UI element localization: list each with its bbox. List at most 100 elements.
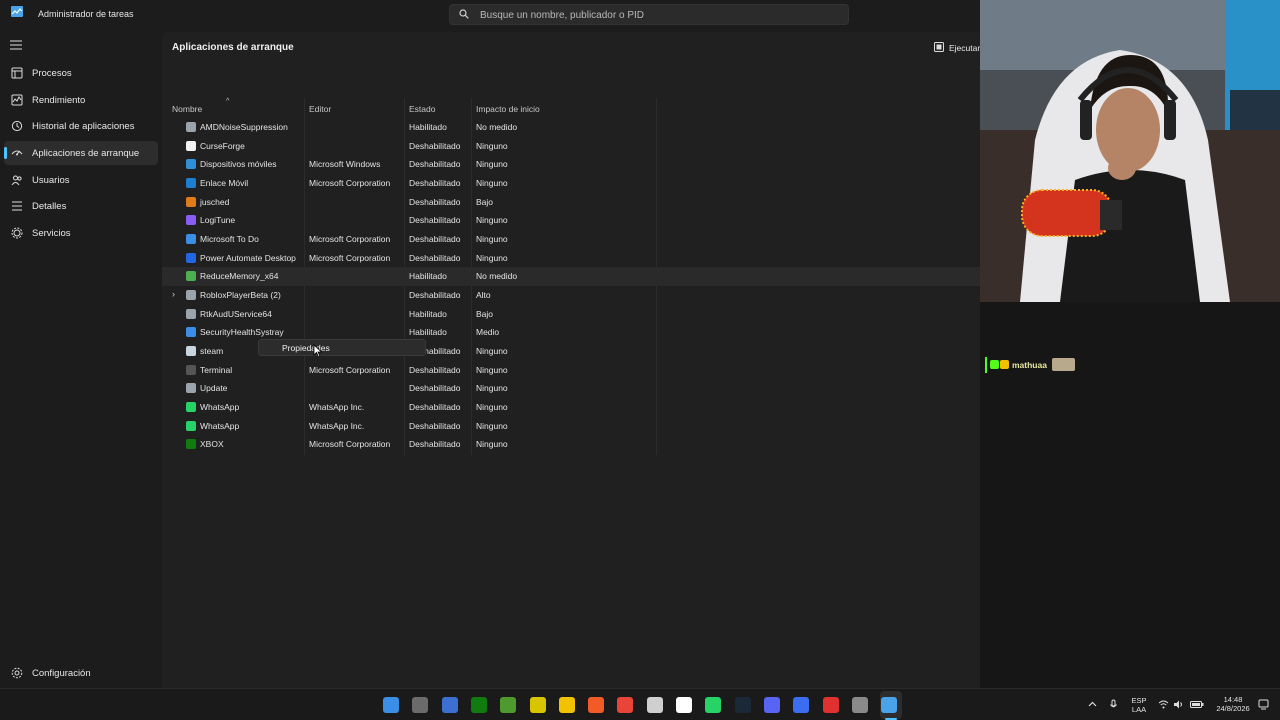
cell-impact: No medido [476, 271, 518, 282]
table-row[interactable]: jusched Deshabilitado Bajo [162, 193, 980, 212]
battery-icon[interactable] [1190, 699, 1204, 710]
cell-impact: Ninguno [476, 420, 508, 431]
sidebar-item-historial[interactable]: Historial de aplicaciones [4, 114, 158, 138]
cell-status: Deshabilitado [409, 140, 461, 151]
chevron-up-icon[interactable] [1087, 699, 1098, 710]
cell-name: steam [200, 346, 224, 357]
sidebar-item-rendimiento[interactable]: Rendimiento [4, 88, 158, 112]
table-row[interactable]: Power Automate Desktop Microsoft Corporat… [162, 249, 980, 268]
sidebar-item-arranque[interactable]: Aplicaciones de arranque [4, 141, 158, 165]
cell-impact: Alto [476, 290, 491, 301]
file-explorer-icon[interactable] [558, 697, 575, 713]
cell-name: RtkAudUService64 [200, 308, 272, 319]
column-header-status[interactable]: Estado [409, 104, 435, 114]
capcut-icon[interactable] [676, 697, 692, 713]
cell-impact: Ninguno [476, 140, 508, 151]
task-manager-icon[interactable] [881, 697, 898, 713]
sidebar-item-usuarios[interactable]: Usuarios [4, 168, 158, 192]
store-icon[interactable] [441, 697, 458, 713]
table-row[interactable]: ReduceMemory_x64 Habilitado No medido [162, 267, 980, 287]
cell-impact: Bajo [476, 196, 494, 207]
cell-name: Power Automate Desktop [200, 252, 296, 263]
table-row[interactable]: Enlace Móvil Microsoft Corporation Deshabi… [162, 174, 980, 193]
windows-start-icon[interactable] [383, 697, 399, 713]
cell-impact: Medio [476, 327, 500, 338]
app-icon [186, 402, 196, 413]
sidebar-item-servicios[interactable]: Servicios [4, 221, 158, 245]
sidebar-item-detalles[interactable]: Detalles [4, 194, 158, 218]
volume-icon[interactable] [1173, 699, 1184, 710]
cell-impact: Ninguno [476, 159, 508, 170]
sidebar-item-label: Rendimiento [32, 95, 86, 106]
cell-impact: Ninguno [476, 234, 508, 245]
clock-date: 24/8/2026 [1216, 704, 1250, 713]
column-header-impact[interactable]: Impacto de inicio [476, 104, 540, 114]
chrome-icon[interactable] [617, 697, 634, 713]
brave-icon[interactable] [588, 697, 605, 713]
obs-icon[interactable] [822, 697, 839, 713]
cell-editor: Microsoft Windows [309, 159, 381, 170]
cell-status: Habilitado [409, 122, 447, 132]
table-row[interactable]: Microsoft To Do Microsoft Corporation Desh… [162, 230, 980, 249]
app-icon [186, 122, 196, 132]
cell-impact: Ninguno [476, 178, 508, 188]
column-header-name[interactable]: Nombre [172, 104, 202, 114]
table-row[interactable]: AMDNoiseSuppression Habilitado No medido [162, 118, 980, 137]
sidebar-item-label: Servicios [32, 228, 71, 239]
table-row[interactable]: WhatsApp WhatsApp Inc. Deshabilitado Ningun… [162, 398, 980, 417]
clock[interactable]: 14:48 24/8/2026 [1210, 695, 1256, 713]
sidebar-item-label: Historial de aplicaciones [32, 121, 135, 132]
sidebar-item-procesos[interactable]: Procesos [4, 61, 158, 85]
menu-toggle-icon[interactable] [10, 40, 22, 50]
discord-icon[interactable] [763, 697, 780, 713]
table-row[interactable]: › RobloxPlayerBeta (2) Deshabilitado Alto [162, 286, 980, 305]
page-title: Aplicaciones de arranque [172, 42, 294, 53]
widgets-icon[interactable] [412, 697, 429, 713]
app-icon [186, 196, 196, 207]
table-row[interactable]: Update Deshabilitado Ninguno [162, 379, 980, 398]
app-icon [186, 234, 196, 245]
history-icon [11, 120, 23, 132]
game-icon[interactable] [529, 697, 546, 713]
cell-editor: WhatsApp Inc. [309, 420, 365, 431]
active-indicator [4, 147, 7, 159]
cell-editor: Microsoft Corporation [309, 439, 391, 450]
table-row[interactable]: LogiTune Deshabilitado Ninguno [162, 211, 980, 230]
context-menu: Propiedades [258, 339, 426, 356]
taskbar: ESP LAA 14:48 24/8/2026 [0, 688, 1280, 720]
xbox-icon[interactable] [470, 697, 487, 713]
table-row[interactable]: Dispositivos móviles Microsoft Windows Des… [162, 155, 980, 174]
table-row[interactable]: WhatsApp WhatsApp Inc. Deshabilitado Ningun… [162, 417, 980, 436]
run-task-button[interactable]: Ejecutar [932, 40, 980, 56]
whatsapp-icon[interactable] [705, 697, 722, 713]
details-icon [12, 201, 22, 211]
openai-icon[interactable] [646, 697, 663, 713]
search-input[interactable] [480, 8, 840, 22]
table-row[interactable]: XBOX Microsoft Corporation Deshabilitado Ni… [162, 435, 980, 454]
clock-time: 14:48 [1223, 695, 1243, 704]
column-header-editor[interactable]: Editor [309, 104, 331, 114]
task-manager-window: Administrador de tareas Procesos Rendimi… [0, 0, 980, 688]
cell-name: Dispositivos móviles [200, 159, 277, 170]
table-row[interactable]: Terminal Microsoft Corporation Deshabilita… [162, 361, 980, 380]
app-icon [186, 140, 196, 151]
settings-icon[interactable] [851, 697, 868, 713]
table-row[interactable]: RtkAudUService64 Habilitado Bajo [162, 305, 980, 324]
wifi-icon[interactable] [1158, 699, 1169, 710]
microphone-icon[interactable] [1108, 699, 1119, 710]
title-bar: Administrador de tareas [0, 0, 980, 30]
cell-status: Deshabilitado [409, 196, 461, 207]
notification-icon[interactable] [1258, 699, 1269, 710]
steam-icon[interactable] [734, 697, 751, 713]
cell-status: Habilitado [409, 308, 447, 319]
roblox-icon[interactable] [793, 697, 810, 713]
app-icon [186, 383, 196, 394]
table-row[interactable]: CurseForge Deshabilitado Ninguno [162, 137, 980, 156]
expand-chevron-icon[interactable]: › [172, 289, 175, 299]
input-language[interactable]: ESP LAA [1130, 696, 1148, 714]
minecraft-icon[interactable] [500, 697, 517, 713]
cell-status: Deshabilitado [409, 159, 461, 170]
settings-button[interactable]: Configuración [4, 663, 158, 683]
search-box[interactable] [449, 4, 849, 25]
cell-name: Terminal [200, 364, 233, 375]
